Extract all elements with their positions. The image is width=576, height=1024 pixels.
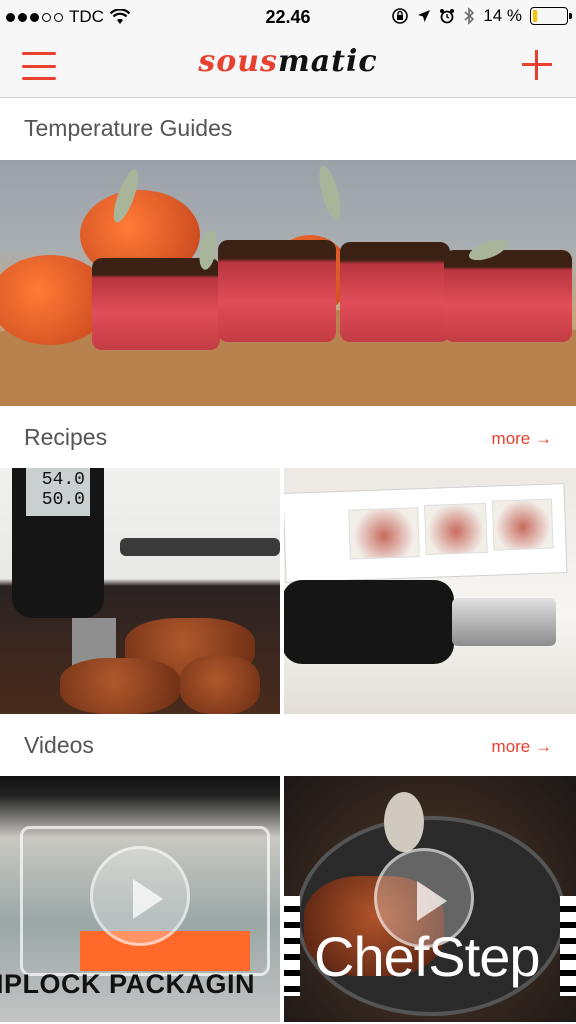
alarm-icon xyxy=(440,9,455,24)
play-icon[interactable] xyxy=(90,846,190,946)
recipe-card[interactable]: 54.0 50.0 xyxy=(0,468,280,714)
bluetooth-icon xyxy=(464,7,475,25)
section-title: Temperature Guides xyxy=(24,115,233,141)
battery-percent: 14 % xyxy=(483,6,522,25)
display-top-value: 54.0 xyxy=(41,470,85,490)
app-logo: sousmatic xyxy=(0,44,576,79)
sous-vide-device: 54.0 50.0 xyxy=(12,468,104,618)
battery-level xyxy=(533,10,538,22)
recipes-header: Recipes more → xyxy=(0,408,576,468)
steak-image xyxy=(92,258,220,350)
navigation-bar: sousmatic xyxy=(0,34,576,98)
section-title: Videos xyxy=(24,732,94,758)
location-arrow-icon xyxy=(418,10,431,22)
section-title: Recipes xyxy=(24,424,108,450)
thermometer-probe xyxy=(120,538,280,556)
video-card[interactable]: IPLOCK PACKAGIN xyxy=(0,776,280,1022)
sage-leaf xyxy=(315,163,345,223)
battery-icon xyxy=(530,7,572,25)
status-right: 14 % xyxy=(391,6,572,26)
videos-more-link[interactable]: more → xyxy=(492,737,552,757)
food-photo xyxy=(424,502,488,555)
temperature-guides-header: Temperature Guides xyxy=(0,99,576,159)
logo-part-sous: sous xyxy=(198,44,278,79)
display-bottom-value: 50.0 xyxy=(41,490,85,510)
device-shaft xyxy=(452,598,556,646)
recipe-brochure xyxy=(284,483,568,583)
film-edge-left xyxy=(284,896,300,996)
sous-vide-device xyxy=(284,580,454,664)
video-caption: IPLOCK PACKAGIN xyxy=(0,969,256,999)
video-card[interactable]: ChefStep xyxy=(284,776,576,1022)
video-caption: ChefStep xyxy=(314,925,540,988)
recipes-row: 54.0 50.0 xyxy=(0,468,576,714)
steak-image xyxy=(444,250,572,342)
videos-row: IPLOCK PACKAGIN ChefStep xyxy=(0,776,576,1022)
status-bar: TDC 22.46 14 % xyxy=(0,0,576,34)
steak-image xyxy=(340,242,450,342)
recipes-more-link[interactable]: more → xyxy=(492,429,552,449)
spoon-image xyxy=(384,792,424,852)
steak-image xyxy=(218,240,336,342)
add-button[interactable] xyxy=(522,50,552,80)
meat-in-bag xyxy=(60,658,180,714)
recipe-card[interactable] xyxy=(284,468,576,714)
lock-rotation-icon xyxy=(392,8,409,24)
device-display: 54.0 50.0 xyxy=(26,468,90,516)
logo-part-matic: matic xyxy=(277,44,378,79)
meat-in-bag xyxy=(180,656,260,714)
film-edge-right xyxy=(560,896,576,996)
food-photo xyxy=(348,507,420,560)
food-photo xyxy=(491,498,554,551)
videos-header: Videos more → xyxy=(0,716,576,776)
temperature-guides-banner[interactable] xyxy=(0,160,576,406)
